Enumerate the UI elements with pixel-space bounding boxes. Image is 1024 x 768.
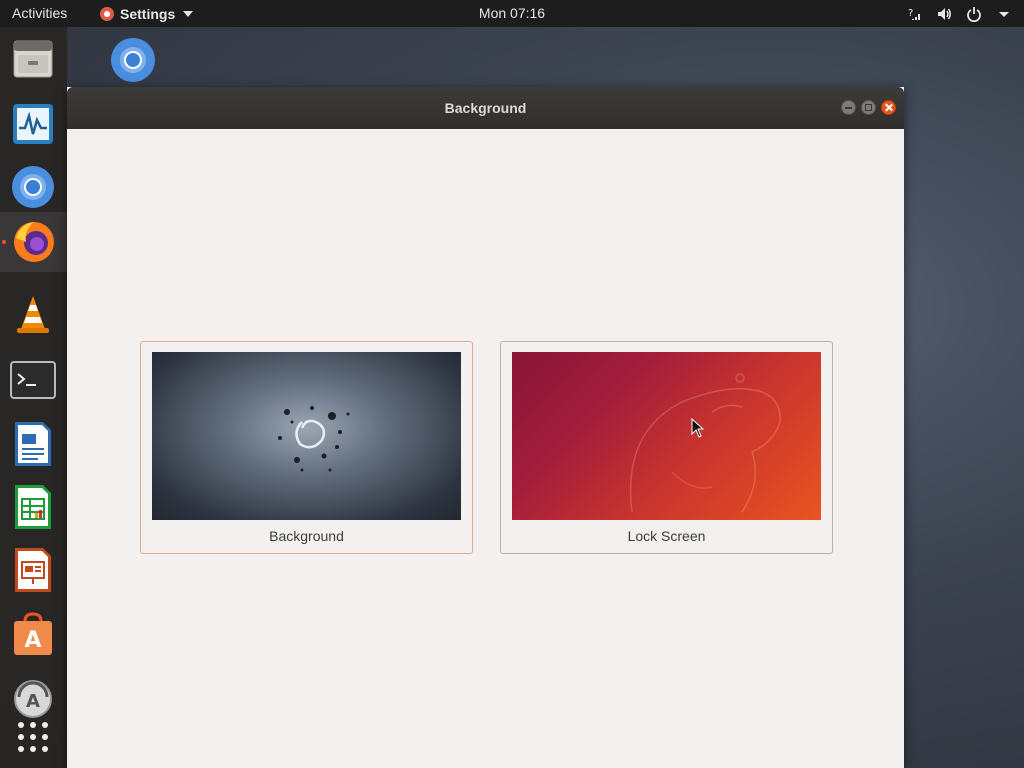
dock-item-writer[interactable] [8,419,58,469]
lock-screen-card-label: Lock Screen [627,528,706,544]
app-menu-label: Settings [120,5,176,22]
lock-screen-thumbnail [512,352,821,520]
dock: A A [0,27,67,768]
svg-text:A: A [24,628,41,653]
background-settings-window: Background Background Lock Screen [67,87,904,768]
close-button[interactable] [881,100,896,115]
volume-icon [936,6,952,22]
show-applications-button[interactable] [8,712,58,762]
window-titlebar[interactable]: Background [67,87,904,129]
chevron-down-icon [996,6,1012,22]
background-card-label: Background [269,528,344,544]
background-card[interactable]: Background [140,341,473,554]
dock-item-firefox[interactable] [0,212,67,272]
settings-gear-icon [100,6,114,21]
debian-swirl-image [278,406,350,472]
chevron-down-icon [183,10,194,17]
mouse-pointer-icon [691,418,705,438]
dock-item-chromium[interactable] [8,162,58,212]
dock-item-system-monitor[interactable] [8,99,58,149]
firefox-icon [13,222,54,262]
impress-icon [15,548,51,592]
vlc-icon [17,296,49,333]
app-grid-icon [18,722,48,752]
minimize-button[interactable] [841,100,856,115]
svg-text:A: A [26,691,40,712]
dock-item-impress[interactable] [8,545,58,595]
chromium-icon [111,38,155,82]
lock-screen-card[interactable]: Lock Screen [500,341,833,554]
terminal-icon [10,361,56,399]
svg-text:?: ? [908,8,913,19]
maximize-button[interactable] [861,100,876,115]
system-monitor-icon [13,104,53,144]
top-bar: Activities Settings Mon 07:16 ? [0,0,1024,27]
background-thumbnail [152,352,461,520]
running-indicator [2,240,6,244]
calc-icon [15,485,51,529]
window-controls [841,100,896,115]
clock[interactable]: Mon 07:16 [479,5,545,21]
dock-item-software[interactable]: A [8,609,58,659]
dock-item-vlc[interactable] [8,290,58,340]
dock-item-calc[interactable] [8,482,58,532]
file-cabinet-icon [13,40,53,78]
activities-button[interactable]: Activities [12,0,67,27]
dock-item-files[interactable] [8,34,58,84]
system-tray[interactable]: ? [906,0,1012,27]
writer-icon [15,422,51,466]
chromium-icon [12,166,54,208]
desktop-chromium-shortcut[interactable] [110,37,156,83]
ubuntu-animal-wallpaper [629,373,781,513]
software-center-icon: A [14,612,52,655]
network-question-icon: ? [906,6,922,22]
window-title: Background [444,100,527,116]
power-icon [966,6,982,22]
dock-item-terminal[interactable] [8,355,58,405]
app-menu[interactable]: Settings [100,0,194,27]
